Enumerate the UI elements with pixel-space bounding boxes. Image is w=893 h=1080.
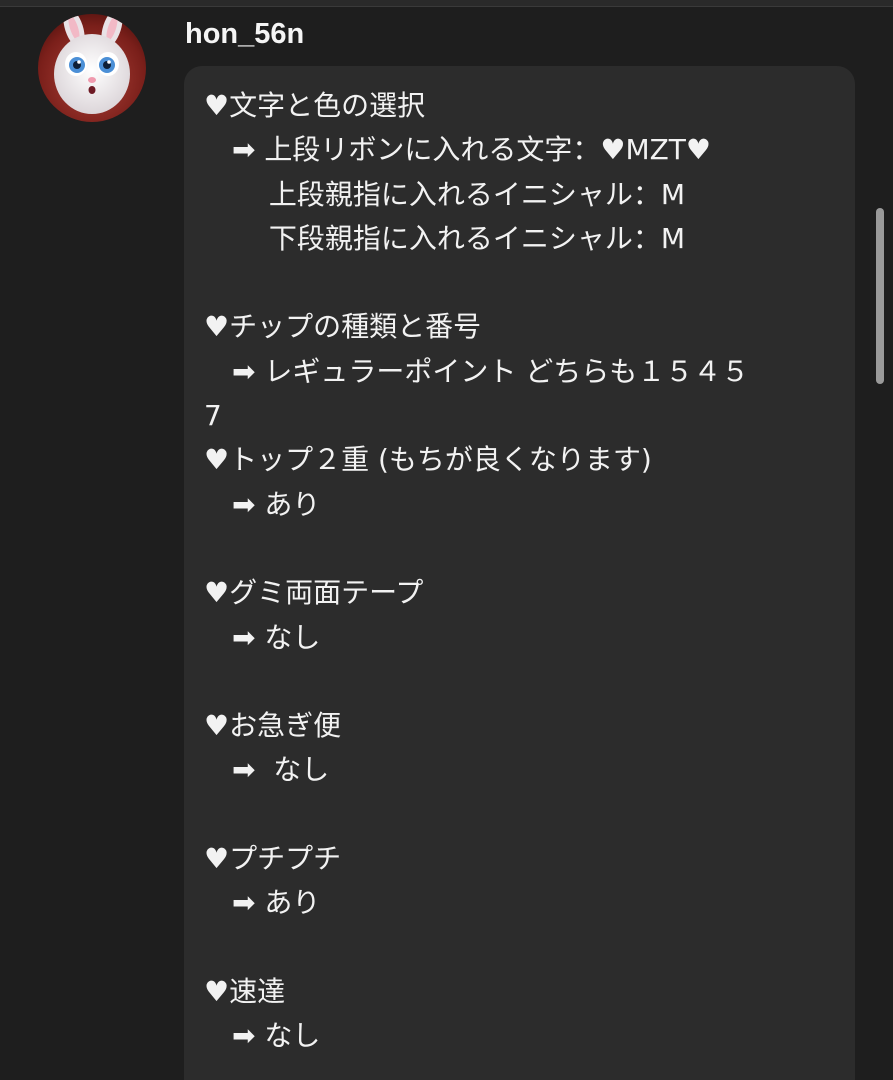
message-line: ♥チップの種類と番号 bbox=[204, 310, 482, 344]
message-line: ➡ なし bbox=[204, 620, 321, 654]
message-line: 下段親指に入れるイニシャル：M bbox=[204, 221, 686, 255]
message-line bbox=[204, 660, 824, 704]
message-line: ➡ なし bbox=[204, 753, 330, 787]
top-divider bbox=[0, 0, 893, 7]
message-line: ♥プチプチ bbox=[204, 842, 342, 876]
message-line: ➡ 上段リボンに入れる文字：♥MZT♥ bbox=[204, 133, 712, 167]
message-line: ♥トップ２重 (もちが良くなります) bbox=[204, 443, 652, 477]
message-line: ♥速達 bbox=[204, 974, 286, 1008]
message-line: ➡ レギュラーポイント どちらも１５４５ bbox=[204, 354, 750, 388]
message-line bbox=[204, 261, 824, 305]
message-line bbox=[204, 926, 824, 970]
message-line: 上段親指に入れるイニシャル：M bbox=[204, 177, 686, 211]
message-line: ➡ あり bbox=[204, 886, 321, 920]
message-line bbox=[204, 527, 824, 571]
scrollbar-track[interactable] bbox=[872, 0, 888, 1080]
scrollbar-thumb[interactable] bbox=[876, 208, 884, 384]
bunny-avatar-icon bbox=[38, 14, 146, 122]
message-line: ♥お急ぎ便 bbox=[204, 709, 342, 743]
username[interactable]: hon_56n bbox=[185, 16, 304, 52]
message-line: ➡ なし bbox=[204, 1019, 321, 1053]
message-line: 7 bbox=[204, 399, 222, 433]
message-bubble: ♥文字と色の選択 ➡ 上段リボンに入れる文字：♥MZT♥ 上段親指に入れるイニシ… bbox=[184, 66, 855, 1080]
message-line bbox=[204, 793, 824, 837]
avatar[interactable] bbox=[38, 14, 146, 122]
message-line: ➡ あり bbox=[204, 487, 321, 521]
message-text: ♥文字と色の選択 ➡ 上段リボンに入れる文字：♥MZT♥ 上段親指に入れるイニシ… bbox=[204, 84, 824, 1059]
message-line: ♥文字と色の選択 bbox=[204, 89, 426, 122]
message-line: ♥グミ両面テープ bbox=[204, 576, 424, 610]
